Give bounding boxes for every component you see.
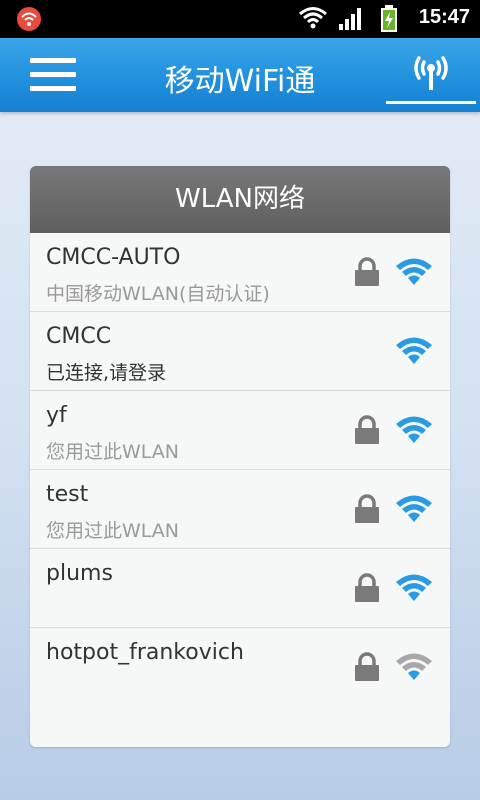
lock-icon xyxy=(355,494,379,523)
lock-icon xyxy=(355,257,379,286)
network-name: test xyxy=(46,482,89,507)
panel-title: WLAN网络 xyxy=(30,166,450,233)
network-item-plums[interactable]: plums xyxy=(30,549,450,628)
wifi-signal-icon xyxy=(299,7,327,29)
battery-charging-icon xyxy=(381,5,397,32)
cell-signal-icon xyxy=(339,8,361,30)
lock-icon xyxy=(355,415,379,444)
network-item-yf[interactable]: yf 您用过此WLAN xyxy=(30,391,450,470)
app-notification-icon xyxy=(17,7,41,31)
network-status: 您用过此WLAN xyxy=(46,520,180,542)
lock-icon xyxy=(355,652,379,681)
network-item-cmcc-auto[interactable]: CMCC-AUTO 中国移动WLAN(自动认证) xyxy=(30,233,450,312)
network-status: 已连接,请登录 xyxy=(46,362,167,384)
network-item-cmcc[interactable]: CMCC 已连接,请登录 xyxy=(30,312,450,391)
network-item-test[interactable]: test 您用过此WLAN xyxy=(30,470,450,549)
network-name: hotpot_frankovich xyxy=(46,640,244,665)
wifi-signal-strength-icon xyxy=(396,653,432,680)
lock-icon xyxy=(355,573,379,602)
network-name: plums xyxy=(46,561,113,586)
network-name: CMCC xyxy=(46,324,112,349)
network-item-hotpot-frankovich[interactable]: hotpot_frankovich xyxy=(30,628,450,706)
wlan-antenna-icon xyxy=(414,56,448,90)
wifi-signal-strength-icon xyxy=(396,337,432,364)
wifi-signal-strength-icon xyxy=(396,574,432,601)
network-name: yf xyxy=(46,403,67,428)
network-status: 您用过此WLAN xyxy=(46,441,180,463)
network-list: CMCC-AUTO 中国移动WLAN(自动认证) CMCC 已连接,请登录 yf… xyxy=(30,233,450,706)
network-status: 中国移动WLAN(自动认证) xyxy=(46,283,270,305)
wlan-panel: WLAN网络 CMCC-AUTO 中国移动WLAN(自动认证) CMCC 已连接… xyxy=(30,166,450,747)
wifi-signal-strength-icon xyxy=(396,416,432,443)
status-bar: 15:47 xyxy=(0,0,480,38)
wifi-signal-strength-icon xyxy=(396,258,432,285)
tab-underline xyxy=(386,101,476,104)
network-name: CMCC-AUTO xyxy=(46,245,181,270)
app-bar: 移动WiFi通 xyxy=(0,38,480,112)
wifi-signal-strength-icon xyxy=(396,495,432,522)
wlan-tab[interactable] xyxy=(386,46,476,104)
status-time: 15:47 xyxy=(418,6,470,28)
